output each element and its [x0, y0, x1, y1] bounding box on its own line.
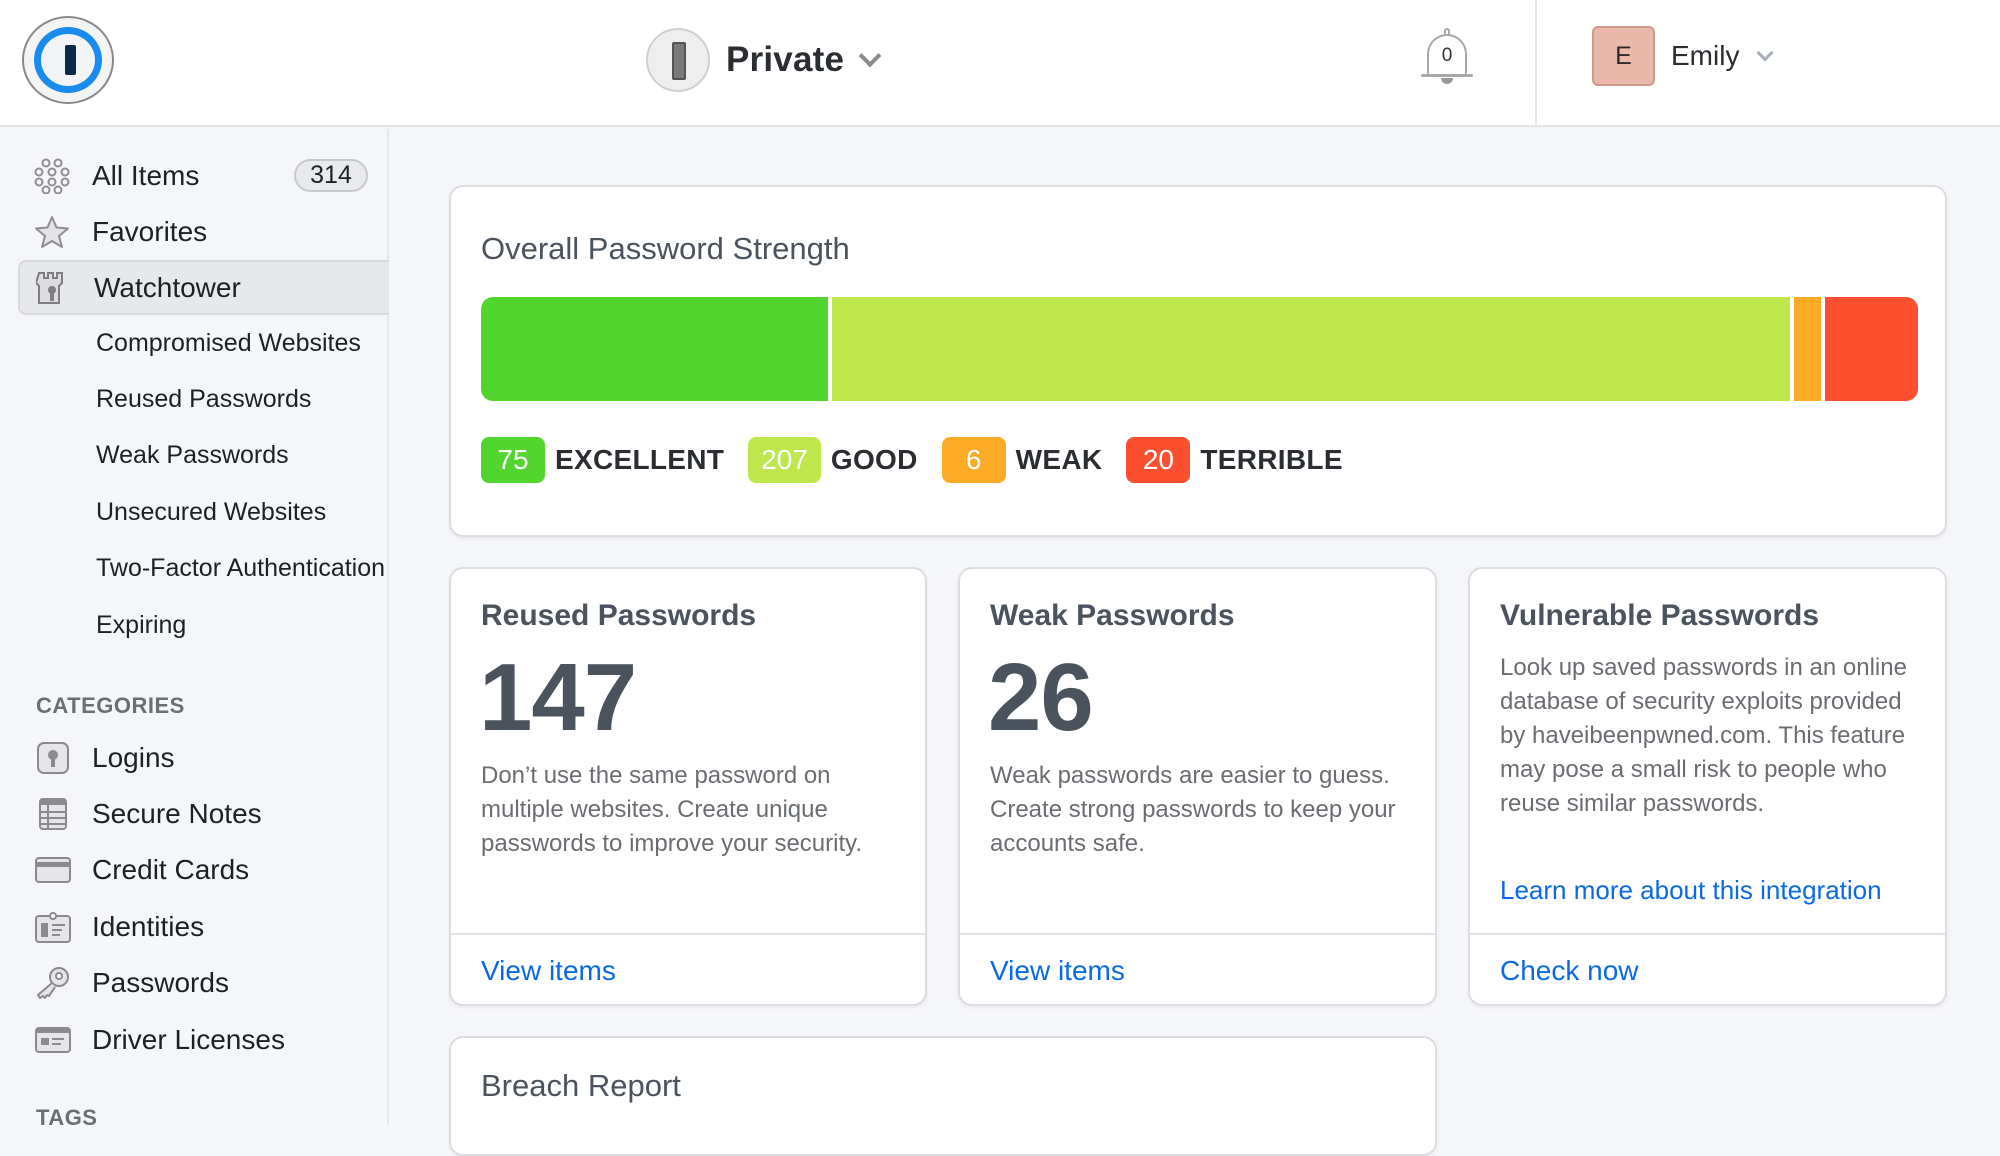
- vulnerable-passwords-card: Vulnerable Passwords Look up saved passw…: [1468, 567, 1947, 1006]
- category-secure-notes[interactable]: Secure Notes: [34, 791, 389, 837]
- identity-icon: [34, 908, 72, 946]
- password-strength-card: Overall Password Strength 75 EXCELLENT 207…: [449, 185, 1947, 537]
- vault-icon: [646, 28, 710, 92]
- legend-item-weak: 6 WEAK: [941, 437, 1103, 483]
- legend-item-excellent: 75 EXCELLENT: [481, 437, 724, 483]
- check-now-link[interactable]: Check now: [1500, 955, 1639, 987]
- vault-name: Private: [726, 40, 845, 79]
- legend-count-badge: 207: [748, 437, 821, 483]
- divider: [960, 933, 1435, 935]
- login-icon: [34, 739, 72, 777]
- key-icon: [34, 964, 72, 1002]
- card-description: Weak passwords are easier to guess. Crea…: [990, 762, 1396, 857]
- sidebar-item-all-items[interactable]: All Items 314: [18, 148, 389, 203]
- breach-report-card: Breach Report: [449, 1036, 1437, 1156]
- legend-label: TERRIBLE: [1200, 444, 1343, 475]
- card-title: Breach Report: [481, 1068, 681, 1103]
- category-driver-licenses[interactable]: Driver Licenses: [34, 1017, 389, 1063]
- strength-segment-good: [831, 297, 1790, 401]
- notification-count: 0: [1441, 45, 1453, 66]
- category-label: Driver Licenses: [92, 1024, 285, 1055]
- sidebar-subitem-two-factor[interactable]: Two-Factor Authentication: [96, 554, 385, 583]
- card-title: Reused Passwords: [481, 599, 757, 632]
- weak-passwords-card: Weak Passwords 26 Weak passwords are eas…: [958, 567, 1437, 1006]
- strength-segment-weak: [1793, 297, 1822, 401]
- watchtower-icon: [34, 270, 70, 306]
- reused-count: 147: [479, 644, 637, 751]
- sidebar-item-watchtower[interactable]: Watchtower: [18, 260, 389, 315]
- category-label: Logins: [92, 742, 175, 773]
- legend-label: EXCELLENT: [555, 444, 725, 475]
- driver-license-icon: [34, 1021, 72, 1059]
- app-logo-icon[interactable]: [22, 16, 114, 104]
- card-title: Overall Password Strength: [481, 231, 850, 266]
- sidebar-item-label: Favorites: [92, 215, 208, 247]
- sidebar: All Items 314 Favorites Watchtower Compr…: [0, 129, 389, 1130]
- category-passwords[interactable]: Passwords: [34, 960, 389, 1006]
- card-title: Vulnerable Passwords: [1500, 599, 1820, 632]
- category-identities[interactable]: Identities: [34, 904, 389, 950]
- legend-count-badge: 20: [1126, 437, 1191, 483]
- top-bar: Private 0 E Emily: [0, 0, 2000, 127]
- card-description: Don’t use the same password on multiple …: [481, 762, 863, 857]
- legend-label: GOOD: [830, 444, 918, 475]
- legend-count-badge: 6: [941, 437, 1006, 483]
- learn-more-link[interactable]: Learn more about this integration: [1500, 875, 1882, 906]
- strength-segment-terrible: [1825, 297, 1918, 401]
- sidebar-subitem-weak-passwords[interactable]: Weak Passwords: [96, 441, 289, 470]
- category-label: Secure Notes: [92, 798, 262, 829]
- legend-item-good: 207 GOOD: [748, 437, 917, 483]
- header-divider: [1535, 0, 1537, 127]
- strength-bar: [481, 297, 1918, 401]
- category-logins[interactable]: Logins: [34, 735, 389, 781]
- sidebar-subitem-unsecured-websites[interactable]: Unsecured Websites: [96, 498, 326, 527]
- user-menu[interactable]: E Emily: [1592, 26, 1774, 86]
- tags-heading: TAGS: [36, 1105, 98, 1130]
- divider: [451, 933, 925, 935]
- user-name: Emily: [1671, 40, 1740, 71]
- sidebar-item-label: All Items: [92, 159, 200, 191]
- credit-card-icon: [34, 851, 72, 889]
- sidebar-item-label: Watchtower: [94, 271, 241, 303]
- notifications-button[interactable]: 0: [1421, 28, 1473, 86]
- category-credit-cards[interactable]: Credit Cards: [34, 847, 389, 893]
- category-label: Credit Cards: [92, 854, 250, 885]
- all-items-icon: [34, 158, 70, 194]
- strength-legend: 75 EXCELLENT 207 GOOD 6 WEAK 20 TERRIBLE: [481, 437, 1367, 483]
- legend-count-badge: 75: [481, 437, 545, 483]
- category-label: Passwords: [92, 967, 229, 998]
- item-count-badge: 314: [294, 159, 368, 192]
- divider: [1470, 933, 1945, 935]
- categories-heading: CATEGORIES: [36, 693, 185, 718]
- card-description: Look up saved passwords in an online dat…: [1500, 654, 1907, 817]
- chevron-down-icon: [858, 44, 882, 68]
- legend-item-terrible: 20 TERRIBLE: [1126, 437, 1342, 483]
- secure-note-icon: [34, 795, 72, 833]
- sidebar-subitem-compromised-websites[interactable]: Compromised Websites: [96, 329, 361, 358]
- view-items-link[interactable]: View items: [990, 955, 1125, 987]
- chevron-down-icon: [1756, 44, 1774, 62]
- legend-label: WEAK: [1015, 444, 1103, 475]
- category-label: Identities: [92, 911, 205, 942]
- sidebar-subitem-expiring[interactable]: Expiring: [96, 611, 186, 640]
- sidebar-subitem-reused-passwords[interactable]: Reused Passwords: [96, 385, 311, 414]
- view-items-link[interactable]: View items: [481, 955, 616, 987]
- sidebar-item-favorites[interactable]: Favorites: [18, 204, 389, 259]
- star-icon: [34, 214, 70, 250]
- vault-switcher[interactable]: Private: [646, 28, 882, 92]
- avatar: E: [1592, 26, 1655, 86]
- card-title: Weak Passwords: [990, 599, 1235, 632]
- weak-count: 26: [988, 644, 1094, 751]
- strength-segment-excellent: [481, 297, 828, 401]
- reused-passwords-card: Reused Passwords 147 Don’t use the same …: [449, 567, 927, 1006]
